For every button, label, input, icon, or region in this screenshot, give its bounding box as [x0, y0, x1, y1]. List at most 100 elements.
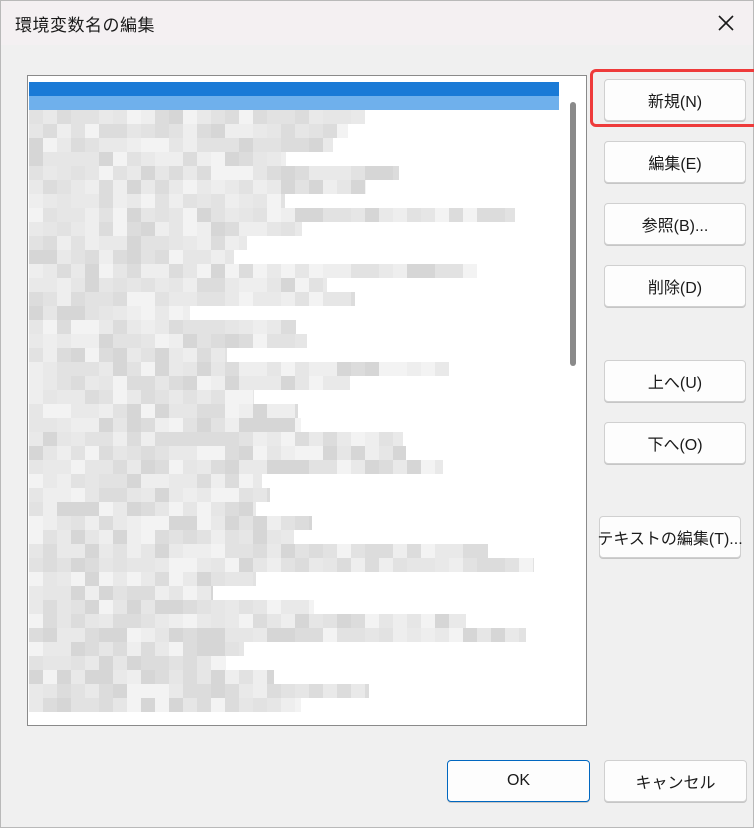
blurred-text-block: [99, 362, 113, 376]
list-item[interactable]: [29, 194, 559, 208]
edit-button[interactable]: 編集(E): [604, 141, 746, 183]
blurred-text-block: [141, 362, 155, 376]
list-item[interactable]: [29, 684, 559, 698]
list-item[interactable]: [29, 390, 559, 404]
blurred-text-block: [99, 348, 113, 362]
blurred-text-block: [337, 124, 348, 138]
blurred-text-block: [43, 572, 57, 586]
list-item[interactable]: [29, 208, 559, 222]
blurred-text-block: [281, 292, 295, 306]
list-item[interactable]: [29, 334, 559, 348]
list-item[interactable]: [29, 320, 559, 334]
list-item[interactable]: [29, 250, 559, 264]
list-item[interactable]: [29, 82, 559, 96]
list-item[interactable]: [29, 264, 559, 278]
list-item[interactable]: [29, 544, 559, 558]
blurred-text-block: [393, 264, 407, 278]
ok-button[interactable]: OK: [447, 760, 590, 802]
list-item[interactable]: [29, 460, 559, 474]
blurred-text-block: [183, 488, 197, 502]
list-item[interactable]: [29, 628, 559, 642]
blurred-text-block: [239, 390, 253, 404]
list-item[interactable]: [29, 96, 559, 110]
blurred-text-block: [225, 516, 239, 530]
list-item[interactable]: [29, 362, 559, 376]
blurred-text-block: [71, 558, 85, 572]
blurred-text-block: [463, 614, 466, 628]
list-item[interactable]: [29, 348, 559, 362]
blurred-text-block: [477, 208, 491, 222]
blurred-text-block: [43, 488, 57, 502]
list-item[interactable]: [29, 432, 559, 446]
list-item[interactable]: [29, 572, 559, 586]
list-item[interactable]: [29, 376, 559, 390]
blurred-text-block: [85, 250, 99, 264]
list-item[interactable]: [29, 180, 559, 194]
blurred-text-block: [183, 292, 197, 306]
blurred-text-block: [155, 572, 169, 586]
new-button[interactable]: 新規(N): [604, 79, 746, 121]
blurred-text-block: [141, 516, 155, 530]
list-item[interactable]: [29, 124, 559, 138]
list-item[interactable]: [29, 446, 559, 460]
blurred-text-block: [281, 558, 295, 572]
blurred-text-block: [29, 250, 43, 264]
list-item[interactable]: [29, 670, 559, 684]
close-button[interactable]: [699, 1, 753, 45]
list-item[interactable]: [29, 530, 559, 544]
list-item[interactable]: [29, 642, 559, 656]
blurred-text-block: [57, 614, 71, 628]
list-item[interactable]: [29, 222, 559, 236]
list-item[interactable]: [29, 166, 559, 180]
list-item[interactable]: [29, 138, 559, 152]
blurred-text-block: [71, 124, 85, 138]
move-up-button[interactable]: 上へ(U): [604, 360, 746, 402]
list-scrollbar[interactable]: [570, 102, 576, 366]
list-item[interactable]: [29, 600, 559, 614]
blurred-text-block: [43, 138, 57, 152]
list-item[interactable]: [29, 656, 559, 670]
edit-text-button[interactable]: テキストの編集(T)...: [597, 516, 743, 558]
list-item[interactable]: [29, 418, 559, 432]
blurred-text-block: [281, 684, 295, 698]
cancel-button[interactable]: キャンセル: [604, 760, 747, 802]
blurred-text-block: [57, 474, 71, 488]
blurred-text-block: [253, 152, 267, 166]
list-item[interactable]: [29, 614, 559, 628]
path-entries-list[interactable]: [27, 75, 587, 726]
browse-button[interactable]: 参照(B)...: [604, 203, 746, 245]
list-item[interactable]: [29, 516, 559, 530]
list-item[interactable]: [29, 488, 559, 502]
list-item[interactable]: [29, 586, 559, 600]
list-item[interactable]: [29, 292, 559, 306]
list-item[interactable]: [29, 306, 559, 320]
list-item[interactable]: [29, 558, 559, 572]
blurred-text-block: [155, 250, 169, 264]
move-down-button[interactable]: 下へ(O): [604, 422, 746, 464]
blurred-text-block: [183, 376, 197, 390]
blurred-text-block: [43, 670, 57, 684]
list-item[interactable]: [29, 698, 559, 712]
blurred-text-block: [43, 460, 57, 474]
blurred-text-block: [85, 110, 99, 124]
blurred-text-block: [85, 404, 99, 418]
list-item[interactable]: [29, 236, 559, 250]
list-item[interactable]: [29, 474, 559, 488]
list-item[interactable]: [29, 502, 559, 516]
blurred-text-block: [197, 208, 211, 222]
blurred-text-block: [225, 572, 239, 586]
blurred-text-block: [29, 264, 43, 278]
blurred-text-block: [57, 180, 71, 194]
blurred-text-block: [365, 614, 379, 628]
list-item[interactable]: [29, 152, 559, 166]
blurred-text-block: [99, 474, 113, 488]
delete-button[interactable]: 削除(D): [604, 265, 746, 307]
list-item[interactable]: [29, 110, 559, 124]
blurred-text-block: [393, 460, 407, 474]
blurred-text-block: [127, 306, 141, 320]
blurred-text-block: [71, 306, 85, 320]
list-item[interactable]: [29, 404, 559, 418]
blurred-text-block: [85, 124, 99, 138]
blurred-text-block: [197, 418, 211, 432]
list-item[interactable]: [29, 278, 559, 292]
